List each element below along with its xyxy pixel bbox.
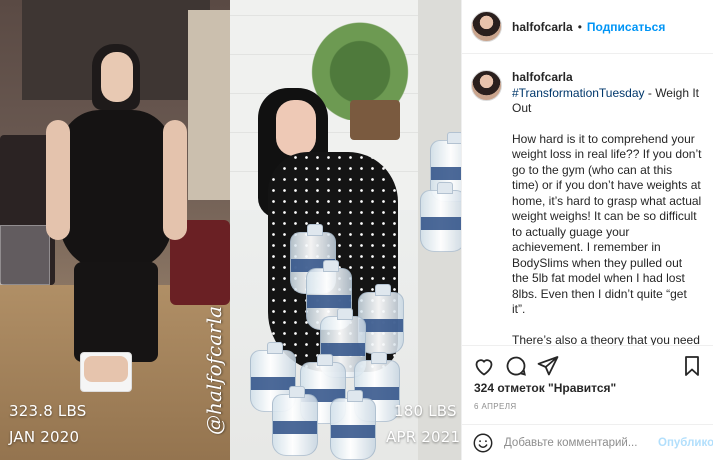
- heart-icon[interactable]: [472, 354, 496, 378]
- separator-dot: •: [577, 19, 582, 34]
- person-feet: [84, 356, 128, 382]
- caption-text: halfofcarla #TransformationTuesday - Wei…: [512, 70, 702, 345]
- window-frame: [188, 10, 230, 200]
- person-arm-right: [163, 120, 187, 240]
- caption-username[interactable]: halfofcarla: [512, 70, 573, 84]
- after-photo: 180 LBS APR 2021: [230, 0, 461, 460]
- avatar[interactable]: [471, 11, 502, 42]
- water-bottle: [420, 182, 461, 252]
- caption-paragraph: There’s also a theory that you need your…: [512, 332, 700, 346]
- caption-paragraph: How hard is it to comprehend your weight…: [512, 131, 702, 317]
- publish-button[interactable]: Опубликовать: [658, 437, 713, 449]
- follow-button[interactable]: Подписаться: [587, 20, 665, 34]
- paper-plane-icon[interactable]: [536, 354, 560, 378]
- water-bottle: [330, 390, 376, 460]
- comment-bubble-icon[interactable]: [504, 354, 528, 378]
- caption-hashtag[interactable]: #TransformationTuesday: [512, 86, 645, 100]
- before-photo: 323.8 LBS JAN 2020: [0, 0, 230, 460]
- caption-row: halfofcarla #TransformationTuesday - Wei…: [471, 70, 702, 345]
- caption-area: halfofcarla #TransformationTuesday - Wei…: [462, 55, 713, 345]
- post-header: halfofcarla • Подписаться: [462, 0, 713, 54]
- person-legs: [74, 262, 158, 362]
- person-body: [60, 110, 172, 270]
- post-side-panel: halfofcarla • Подписаться halfofcarla #T…: [461, 0, 713, 460]
- avatar[interactable]: [471, 70, 502, 101]
- plant-pot: [350, 100, 400, 140]
- water-bottle: [272, 386, 318, 456]
- before-date-label: JAN 2020: [9, 428, 80, 446]
- woman-face: [276, 100, 316, 156]
- post-media[interactable]: 323.8 LBS JAN 2020 180 LBS APR 2021 @hal…: [0, 0, 461, 460]
- bookmark-icon[interactable]: [680, 354, 704, 378]
- after-weight-label: 180 LBS: [394, 402, 457, 420]
- watermark: @halfofcarla: [202, 305, 226, 435]
- action-section: 324 отметок "Нравится" 6 АПРЕЛЯ Опублико…: [462, 345, 713, 460]
- smiley-icon[interactable]: [472, 432, 494, 454]
- before-weight-label: 323.8 LBS: [9, 402, 87, 420]
- likes-count[interactable]: 324 отметок "Нравится": [474, 381, 616, 395]
- comment-bar: Опубликовать: [462, 424, 713, 460]
- person-face: [101, 52, 133, 102]
- comment-input[interactable]: [504, 437, 658, 449]
- glass-table: [0, 225, 50, 285]
- author-username[interactable]: halfofcarla: [512, 20, 573, 34]
- post-date: 6 АПРЕЛЯ: [474, 402, 517, 411]
- person-arm-left: [46, 120, 70, 240]
- after-date-label: APR 2021: [386, 428, 461, 446]
